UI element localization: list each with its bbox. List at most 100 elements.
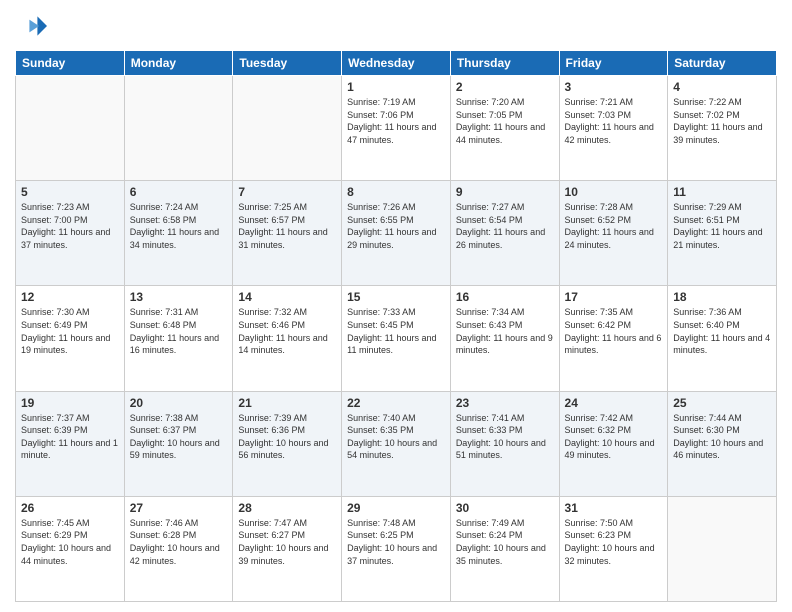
day-number: 10 xyxy=(565,185,663,199)
day-number: 14 xyxy=(238,290,336,304)
day-number: 18 xyxy=(673,290,771,304)
calendar-cell: 17 Sunrise: 7:35 AM Sunset: 6:42 PM Dayli… xyxy=(559,286,668,391)
day-info: Sunrise: 7:38 AM Sunset: 6:37 PM Dayligh… xyxy=(130,412,228,462)
calendar-cell xyxy=(16,76,125,181)
calendar-cell: 16 Sunrise: 7:34 AM Sunset: 6:43 PM Dayli… xyxy=(450,286,559,391)
day-number: 27 xyxy=(130,501,228,515)
day-number: 17 xyxy=(565,290,663,304)
logo xyxy=(15,10,51,42)
header xyxy=(15,10,777,42)
calendar-week-row: 1 Sunrise: 7:19 AM Sunset: 7:06 PM Daylig… xyxy=(16,76,777,181)
day-number: 13 xyxy=(130,290,228,304)
day-info: Sunrise: 7:32 AM Sunset: 6:46 PM Dayligh… xyxy=(238,306,336,356)
day-number: 2 xyxy=(456,80,554,94)
day-number: 19 xyxy=(21,396,119,410)
day-number: 20 xyxy=(130,396,228,410)
day-info: Sunrise: 7:45 AM Sunset: 6:29 PM Dayligh… xyxy=(21,517,119,567)
day-info: Sunrise: 7:33 AM Sunset: 6:45 PM Dayligh… xyxy=(347,306,445,356)
day-number: 21 xyxy=(238,396,336,410)
day-info: Sunrise: 7:27 AM Sunset: 6:54 PM Dayligh… xyxy=(456,201,554,251)
day-info: Sunrise: 7:26 AM Sunset: 6:55 PM Dayligh… xyxy=(347,201,445,251)
col-header-saturday: Saturday xyxy=(668,51,777,76)
day-number: 29 xyxy=(347,501,445,515)
logo-icon xyxy=(15,10,47,42)
calendar-cell: 10 Sunrise: 7:28 AM Sunset: 6:52 PM Dayli… xyxy=(559,181,668,286)
day-number: 15 xyxy=(347,290,445,304)
calendar-table: SundayMondayTuesdayWednesdayThursdayFrid… xyxy=(15,50,777,602)
calendar-cell: 20 Sunrise: 7:38 AM Sunset: 6:37 PM Dayli… xyxy=(124,391,233,496)
day-number: 1 xyxy=(347,80,445,94)
day-info: Sunrise: 7:36 AM Sunset: 6:40 PM Dayligh… xyxy=(673,306,771,356)
calendar-header-row: SundayMondayTuesdayWednesdayThursdayFrid… xyxy=(16,51,777,76)
day-info: Sunrise: 7:49 AM Sunset: 6:24 PM Dayligh… xyxy=(456,517,554,567)
day-info: Sunrise: 7:19 AM Sunset: 7:06 PM Dayligh… xyxy=(347,96,445,146)
day-info: Sunrise: 7:47 AM Sunset: 6:27 PM Dayligh… xyxy=(238,517,336,567)
calendar-cell: 22 Sunrise: 7:40 AM Sunset: 6:35 PM Dayli… xyxy=(342,391,451,496)
day-info: Sunrise: 7:34 AM Sunset: 6:43 PM Dayligh… xyxy=(456,306,554,356)
day-number: 5 xyxy=(21,185,119,199)
calendar-cell xyxy=(233,76,342,181)
calendar-cell: 1 Sunrise: 7:19 AM Sunset: 7:06 PM Daylig… xyxy=(342,76,451,181)
day-number: 3 xyxy=(565,80,663,94)
day-number: 28 xyxy=(238,501,336,515)
calendar-cell: 2 Sunrise: 7:20 AM Sunset: 7:05 PM Daylig… xyxy=(450,76,559,181)
calendar-cell: 18 Sunrise: 7:36 AM Sunset: 6:40 PM Dayli… xyxy=(668,286,777,391)
day-info: Sunrise: 7:40 AM Sunset: 6:35 PM Dayligh… xyxy=(347,412,445,462)
calendar-cell: 27Sunrise: 7:46 AM Sunset: 6:28 PM Dayli… xyxy=(124,496,233,601)
calendar-cell: 7Sunrise: 7:25 AM Sunset: 6:57 PM Daylig… xyxy=(233,181,342,286)
day-info: Sunrise: 7:48 AM Sunset: 6:25 PM Dayligh… xyxy=(347,517,445,567)
calendar-cell: 11 Sunrise: 7:29 AM Sunset: 6:51 PM Dayli… xyxy=(668,181,777,286)
day-info: Sunrise: 7:30 AM Sunset: 6:49 PM Dayligh… xyxy=(21,306,119,356)
calendar-cell: 13 Sunrise: 7:31 AM Sunset: 6:48 PM Dayli… xyxy=(124,286,233,391)
calendar-week-row: 5 Sunrise: 7:23 AM Sunset: 7:00 PM Daylig… xyxy=(16,181,777,286)
calendar-cell: 28 Sunrise: 7:47 AM Sunset: 6:27 PM Dayli… xyxy=(233,496,342,601)
day-number: 31 xyxy=(565,501,663,515)
day-info: Sunrise: 7:20 AM Sunset: 7:05 PM Dayligh… xyxy=(456,96,554,146)
day-info: Sunrise: 7:50 AM Sunset: 6:23 PM Dayligh… xyxy=(565,517,663,567)
day-number: 6 xyxy=(130,185,228,199)
calendar-cell: 26 Sunrise: 7:45 AM Sunset: 6:29 PM Dayli… xyxy=(16,496,125,601)
calendar-cell: 3Sunrise: 7:21 AM Sunset: 7:03 PM Daylig… xyxy=(559,76,668,181)
day-info: Sunrise: 7:29 AM Sunset: 6:51 PM Dayligh… xyxy=(673,201,771,251)
col-header-tuesday: Tuesday xyxy=(233,51,342,76)
day-number: 4 xyxy=(673,80,771,94)
calendar-cell: 19 Sunrise: 7:37 AM Sunset: 6:39 PM Dayli… xyxy=(16,391,125,496)
calendar-cell: 29 Sunrise: 7:48 AM Sunset: 6:25 PM Dayli… xyxy=(342,496,451,601)
day-number: 30 xyxy=(456,501,554,515)
day-number: 23 xyxy=(456,396,554,410)
day-info: Sunrise: 7:35 AM Sunset: 6:42 PM Dayligh… xyxy=(565,306,663,356)
calendar-week-row: 26 Sunrise: 7:45 AM Sunset: 6:29 PM Dayli… xyxy=(16,496,777,601)
day-info: Sunrise: 7:39 AM Sunset: 6:36 PM Dayligh… xyxy=(238,412,336,462)
day-info: Sunrise: 7:31 AM Sunset: 6:48 PM Dayligh… xyxy=(130,306,228,356)
day-info: Sunrise: 7:37 AM Sunset: 6:39 PM Dayligh… xyxy=(21,412,119,462)
day-number: 26 xyxy=(21,501,119,515)
day-number: 25 xyxy=(673,396,771,410)
calendar-cell: 8 Sunrise: 7:26 AM Sunset: 6:55 PM Daylig… xyxy=(342,181,451,286)
day-number: 9 xyxy=(456,185,554,199)
calendar-cell: 6Sunrise: 7:24 AM Sunset: 6:58 PM Daylig… xyxy=(124,181,233,286)
day-info: Sunrise: 7:41 AM Sunset: 6:33 PM Dayligh… xyxy=(456,412,554,462)
calendar-cell xyxy=(124,76,233,181)
col-header-monday: Monday xyxy=(124,51,233,76)
day-number: 8 xyxy=(347,185,445,199)
calendar-cell: 31 Sunrise: 7:50 AM Sunset: 6:23 PM Dayli… xyxy=(559,496,668,601)
day-info: Sunrise: 7:25 AM Sunset: 6:57 PM Dayligh… xyxy=(238,201,336,251)
day-info: Sunrise: 7:22 AM Sunset: 7:02 PM Dayligh… xyxy=(673,96,771,146)
day-number: 12 xyxy=(21,290,119,304)
day-number: 16 xyxy=(456,290,554,304)
day-info: Sunrise: 7:44 AM Sunset: 6:30 PM Dayligh… xyxy=(673,412,771,462)
calendar-cell: 4 Sunrise: 7:22 AM Sunset: 7:02 PM Daylig… xyxy=(668,76,777,181)
day-number: 24 xyxy=(565,396,663,410)
col-header-friday: Friday xyxy=(559,51,668,76)
calendar-cell: 15 Sunrise: 7:33 AM Sunset: 6:45 PM Dayli… xyxy=(342,286,451,391)
calendar-cell: 30 Sunrise: 7:49 AM Sunset: 6:24 PM Dayli… xyxy=(450,496,559,601)
calendar-cell: 24 Sunrise: 7:42 AM Sunset: 6:32 PM Dayli… xyxy=(559,391,668,496)
day-number: 22 xyxy=(347,396,445,410)
day-number: 11 xyxy=(673,185,771,199)
calendar-cell: 25 Sunrise: 7:44 AM Sunset: 6:30 PM Dayli… xyxy=(668,391,777,496)
calendar-cell: 12 Sunrise: 7:30 AM Sunset: 6:49 PM Dayli… xyxy=(16,286,125,391)
day-info: Sunrise: 7:28 AM Sunset: 6:52 PM Dayligh… xyxy=(565,201,663,251)
day-info: Sunrise: 7:23 AM Sunset: 7:00 PM Dayligh… xyxy=(21,201,119,251)
day-info: Sunrise: 7:42 AM Sunset: 6:32 PM Dayligh… xyxy=(565,412,663,462)
col-header-sunday: Sunday xyxy=(16,51,125,76)
